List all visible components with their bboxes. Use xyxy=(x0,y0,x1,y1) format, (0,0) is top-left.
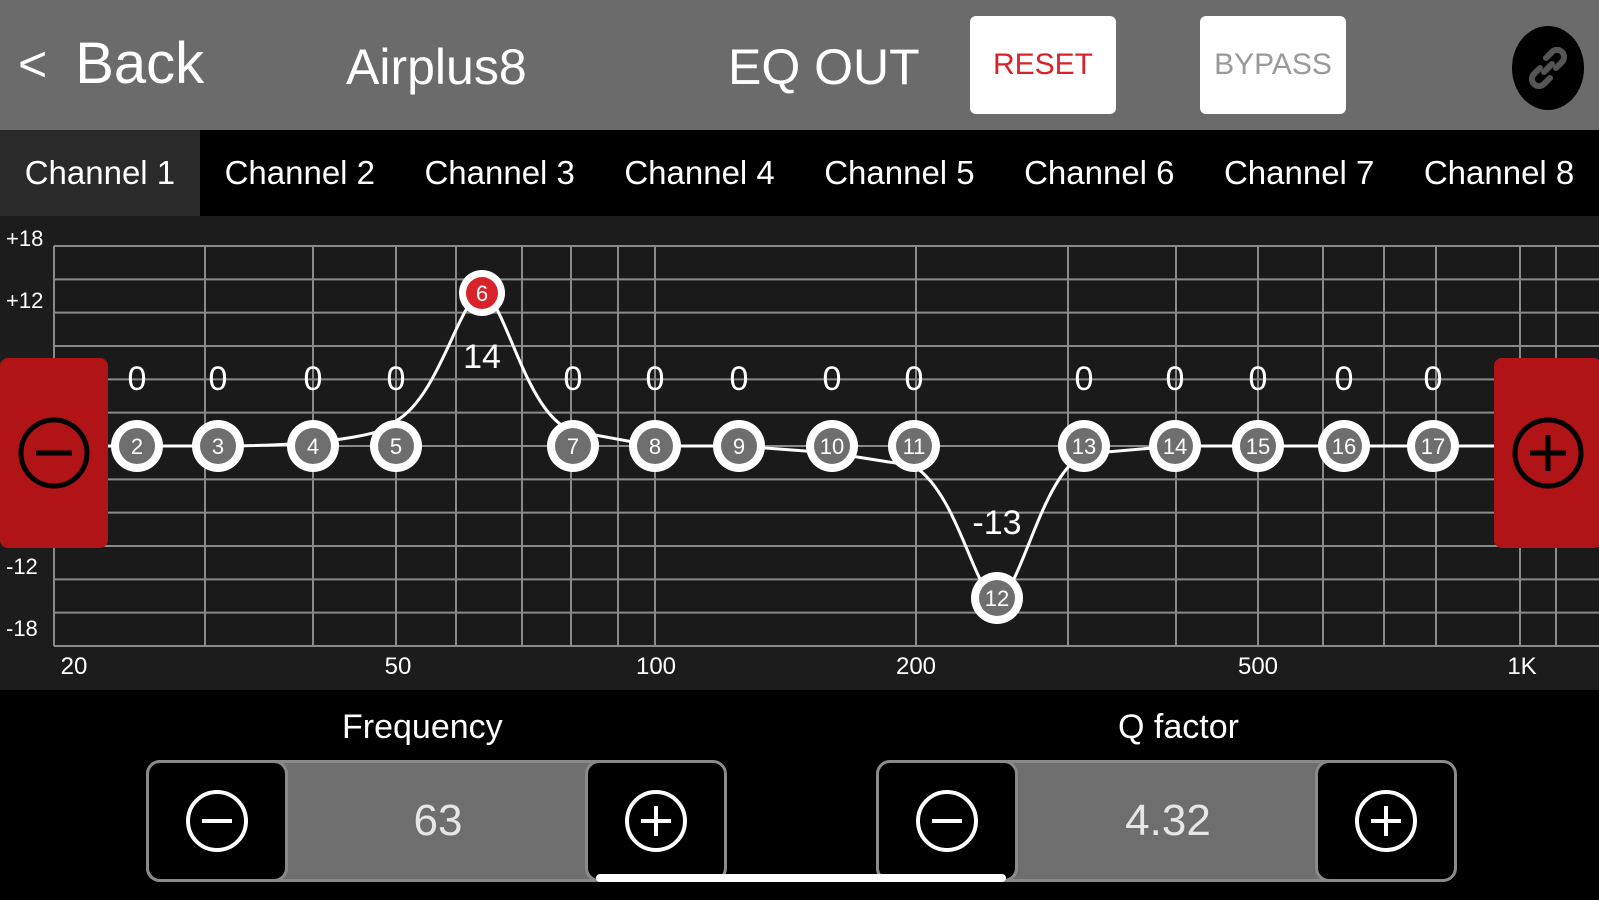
node-number: 8 xyxy=(649,434,661,459)
tab-channel-2[interactable]: Channel 2 xyxy=(200,130,400,216)
node-number: 7 xyxy=(567,434,579,459)
node-number: 11 xyxy=(903,434,926,459)
y-axis-label: -18 xyxy=(6,616,38,641)
band-gain-label: 0 xyxy=(646,360,665,398)
band-gain-label: 0 xyxy=(1335,360,1354,398)
plus-circle-icon xyxy=(1355,790,1417,852)
y-axis-label: -12 xyxy=(6,554,38,579)
eq-band-node-5[interactable]: 5 xyxy=(370,420,422,472)
back-button[interactable]: < Back xyxy=(18,30,204,97)
eq-band-node-14[interactable]: 14 xyxy=(1149,420,1201,472)
tab-channel-3[interactable]: Channel 3 xyxy=(400,130,600,216)
eq-band-node-8[interactable]: 8 xyxy=(629,420,681,472)
tab-channel-8[interactable]: Channel 8 xyxy=(1399,130,1599,216)
eq-band-node-11[interactable]: 11 xyxy=(888,420,940,472)
bypass-button[interactable]: BYPASS xyxy=(1200,16,1346,114)
band-gain-label: 0 xyxy=(1166,360,1185,398)
x-axis-label: 50 xyxy=(385,653,412,680)
node-number: 10 xyxy=(820,434,844,459)
device-name: Airplus8 xyxy=(346,39,527,95)
eq-band-node-15[interactable]: 15 xyxy=(1232,420,1284,472)
previous-band-button[interactable] xyxy=(0,358,108,548)
header-bar: < Back Airplus8 EQ OUT RESET BYPASS xyxy=(0,0,1599,130)
tab-channel-5[interactable]: Channel 5 xyxy=(800,130,1000,216)
node-number: 14 xyxy=(1163,434,1187,459)
eq-band-node-6[interactable]: 6 xyxy=(459,270,505,316)
reset-button[interactable]: RESET xyxy=(970,16,1116,114)
minus-circle-icon xyxy=(18,417,90,489)
node-number: 16 xyxy=(1332,434,1356,459)
q-factor-increase-button[interactable] xyxy=(1315,760,1457,882)
eq-band-node-10[interactable]: 10 xyxy=(806,420,858,472)
band-gain-label: 0 xyxy=(823,360,842,398)
minus-circle-icon xyxy=(916,790,978,852)
node-number: 4 xyxy=(307,434,319,459)
minus-circle-icon xyxy=(186,790,248,852)
eq-band-node-9[interactable]: 9 xyxy=(713,420,765,472)
x-axis-label: 20 xyxy=(61,653,88,680)
node-number: 17 xyxy=(1421,434,1445,459)
band-gain-label: 14 xyxy=(463,338,501,376)
x-axis-label: 1K xyxy=(1507,653,1536,680)
node-number: 6 xyxy=(476,281,488,306)
eq-band-node-12[interactable]: 12 xyxy=(971,572,1023,624)
tab-channel-4[interactable]: Channel 4 xyxy=(600,130,800,216)
eq-band-node-17[interactable]: 17 xyxy=(1407,420,1459,472)
q-factor-value: 4.32 xyxy=(1125,796,1211,845)
page-title: EQ OUT xyxy=(728,39,920,95)
home-indicator xyxy=(596,874,1006,882)
node-number: 9 xyxy=(733,434,745,459)
node-number: 13 xyxy=(1072,434,1096,459)
band-gain-label: 0 xyxy=(128,360,147,398)
eq-graph[interactable]: +18 +12 -12 -18 20 50 100 200 500 1K 2 0 3 0 4 0 5 0 6 14 7 0… xyxy=(0,216,1599,690)
node-number: 5 xyxy=(390,434,402,459)
node-number: 3 xyxy=(212,434,224,459)
band-gain-label: 0 xyxy=(1249,360,1268,398)
tab-channel-1[interactable]: Channel 1 xyxy=(0,130,200,216)
band-gain-label: 0 xyxy=(905,360,924,398)
band-gain-label: 0 xyxy=(730,360,749,398)
frequency-value: 63 xyxy=(413,796,463,845)
link-icon[interactable] xyxy=(1512,26,1584,110)
q-factor-stepper: 4.32 xyxy=(876,760,1457,882)
band-gain-label: -13 xyxy=(972,504,1021,542)
band-gain-label: 0 xyxy=(387,360,406,398)
y-axis-label: +12 xyxy=(6,288,43,313)
x-axis-label: 500 xyxy=(1238,653,1278,680)
band-gain-label: 0 xyxy=(304,360,323,398)
eq-graph-svg: +18+12-12-1820 50 100 200 500 1K2030405061470… xyxy=(6,226,1599,680)
x-axis-label: 100 xyxy=(636,653,676,680)
frequency-decrease-button[interactable] xyxy=(146,760,288,882)
eq-band-node-4[interactable]: 4 xyxy=(287,420,339,472)
eq-band-node-13[interactable]: 13 xyxy=(1058,420,1110,472)
frequency-increase-button[interactable] xyxy=(585,760,727,882)
tab-channel-7[interactable]: Channel 7 xyxy=(1199,130,1399,216)
band-gain-label: 0 xyxy=(1075,360,1094,398)
frequency-stepper: 63 xyxy=(146,760,727,882)
frequency-label: Frequency xyxy=(342,708,503,746)
eq-band-node-7[interactable]: 7 xyxy=(547,420,599,472)
chevron-left-icon: < xyxy=(18,35,48,92)
x-axis-label: 200 xyxy=(896,653,936,680)
eq-band-node-3[interactable]: 3 xyxy=(192,420,244,472)
back-label: Back xyxy=(75,31,205,96)
node-number: 12 xyxy=(985,586,1009,611)
plus-circle-icon xyxy=(625,790,687,852)
plus-circle-icon xyxy=(1512,417,1584,489)
y-axis-label: +18 xyxy=(6,226,43,251)
band-gain-label: 0 xyxy=(564,360,583,398)
q-factor-decrease-button[interactable] xyxy=(876,760,1018,882)
node-number: 2 xyxy=(131,434,143,459)
eq-band-node-16[interactable]: 16 xyxy=(1318,420,1370,472)
node-number: 15 xyxy=(1246,434,1270,459)
eq-band-node-2[interactable]: 2 xyxy=(111,420,163,472)
q-factor-label: Q factor xyxy=(1118,708,1239,746)
next-band-button[interactable] xyxy=(1494,358,1599,548)
channel-tabs: Channel 1 Channel 2 Channel 3 Channel 4 Chan… xyxy=(0,130,1599,216)
band-controls: Frequency 63 Q factor 4.32 xyxy=(0,690,1599,900)
tab-channel-6[interactable]: Channel 6 xyxy=(999,130,1199,216)
band-gain-label: 0 xyxy=(1424,360,1443,398)
band-gain-label: 0 xyxy=(209,360,228,398)
